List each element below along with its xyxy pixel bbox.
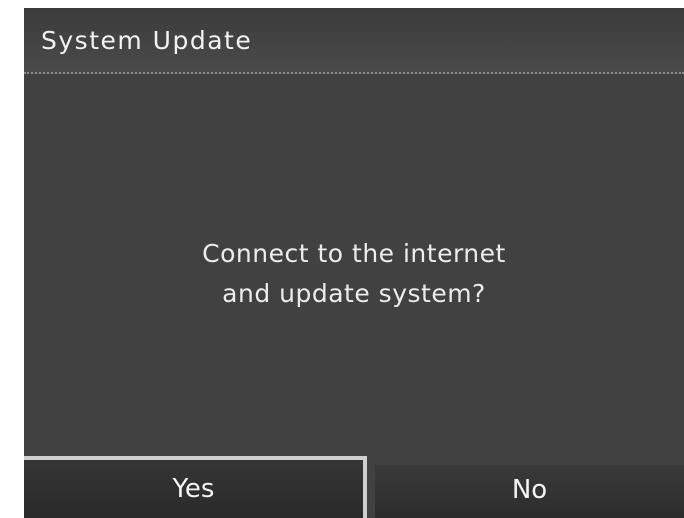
dialog-message: Connect to the internet and update syste… — [24, 234, 684, 314]
button-row: Yes No — [24, 456, 684, 518]
title-divider — [24, 72, 684, 74]
yes-button-label: Yes — [172, 474, 215, 504]
system-update-dialog: System Update Connect to the internet an… — [24, 8, 684, 518]
title-bar: System Update — [24, 8, 684, 74]
message-line-1: Connect to the internet — [202, 239, 506, 268]
message-line-2: and update system? — [222, 279, 486, 308]
no-button[interactable]: No — [375, 465, 684, 518]
no-button-label: No — [511, 475, 548, 505]
yes-button[interactable]: Yes — [24, 456, 367, 518]
dialog-title: System Update — [41, 26, 253, 55]
